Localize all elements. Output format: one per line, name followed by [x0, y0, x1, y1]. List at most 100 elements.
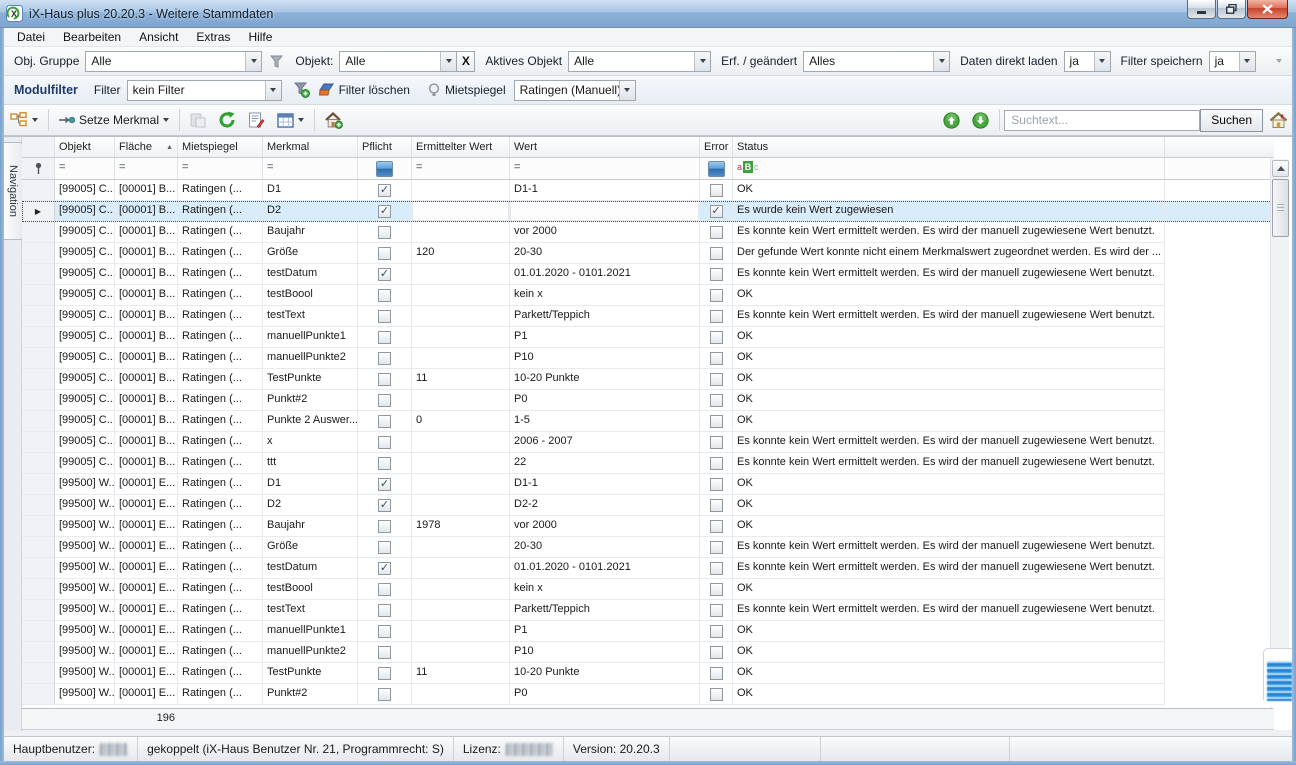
- daten-direkt-laden-combo[interactable]: ja: [1064, 51, 1111, 72]
- column-header-status[interactable]: Status: [733, 137, 1165, 157]
- error-checkbox[interactable]: [700, 684, 733, 705]
- column-header-wert[interactable]: Wert: [510, 137, 700, 157]
- objekt-combo[interactable]: Alle: [339, 51, 457, 72]
- checkbox-icon[interactable]: [710, 352, 723, 365]
- pflicht-checkbox[interactable]: [358, 285, 412, 306]
- table-row[interactable]: [99500] W...[00001] E...Ratingen (...Tes…: [22, 663, 1274, 684]
- pflicht-checkbox[interactable]: [358, 201, 412, 222]
- checkbox-icon[interactable]: [378, 373, 391, 386]
- error-checkbox[interactable]: [700, 264, 733, 285]
- error-checkbox[interactable]: [700, 222, 733, 243]
- pflicht-checkbox[interactable]: [358, 222, 412, 243]
- pflicht-checkbox[interactable]: [358, 558, 412, 579]
- checkbox-icon[interactable]: [710, 646, 723, 659]
- table-row[interactable]: [99005] C...[00001] B...Ratingen (...man…: [22, 348, 1274, 369]
- pflicht-checkbox[interactable]: [358, 600, 412, 621]
- checkbox-icon[interactable]: [710, 583, 723, 596]
- checkbox-icon[interactable]: [378, 688, 391, 701]
- checkbox-icon[interactable]: [710, 604, 723, 617]
- column-header-pflicht[interactable]: Pflicht: [358, 137, 412, 157]
- error-checkbox[interactable]: [700, 306, 733, 327]
- close-button[interactable]: [1247, 0, 1288, 19]
- checkbox-icon[interactable]: [378, 289, 391, 302]
- checkbox-icon[interactable]: [710, 310, 723, 323]
- column-header-mietspiegel[interactable]: Mietspiegel: [178, 137, 263, 157]
- checkbox-icon[interactable]: [378, 226, 391, 239]
- scrollbar-thumb[interactable]: [1272, 179, 1289, 237]
- table-row[interactable]: [99005] C...[00001] B...Ratingen (...tes…: [22, 306, 1274, 327]
- checkbox-icon[interactable]: [710, 268, 723, 281]
- table-row[interactable]: [99005] C...[00001] B...Ratingen (...tes…: [22, 285, 1274, 306]
- checkbox-icon[interactable]: [378, 436, 391, 449]
- scroll-up-button[interactable]: [1272, 160, 1289, 177]
- table-row[interactable]: [99005] C...[00001] B...Ratingen (...man…: [22, 327, 1274, 348]
- pflicht-checkbox[interactable]: [358, 264, 412, 285]
- checkbox-icon[interactable]: [710, 625, 723, 638]
- checkbox-icon[interactable]: [378, 184, 391, 197]
- menu-extras[interactable]: Extras: [187, 28, 239, 46]
- eraser-icon[interactable]: [319, 83, 335, 97]
- filter-merkmal[interactable]: =: [263, 158, 358, 179]
- pflicht-checkbox[interactable]: [358, 453, 412, 474]
- table-row[interactable]: [99005] C...[00001] B...Ratingen (...D1D…: [22, 180, 1274, 201]
- filter-combo[interactable]: kein Filter: [127, 80, 282, 101]
- filter-ermittelter-wert[interactable]: =: [412, 158, 510, 179]
- checkbox-icon[interactable]: [378, 562, 391, 575]
- pflicht-checkbox[interactable]: [358, 663, 412, 684]
- pflicht-checkbox[interactable]: [358, 306, 412, 327]
- obj-gruppe-combo[interactable]: Alle: [85, 51, 262, 72]
- table-row[interactable]: [99005] C...[00001] B...Ratingen (...ttt…: [22, 453, 1274, 474]
- table-row[interactable]: [99500] W...[00001] E...Ratingen (...Pun…: [22, 684, 1274, 705]
- table-row[interactable]: [99500] W...[00001] E...Ratingen (...D2D…: [22, 495, 1274, 516]
- checkbox-icon[interactable]: [710, 373, 723, 386]
- pflicht-checkbox[interactable]: [358, 642, 412, 663]
- column-header-ermittelter-wert[interactable]: Ermittelter Wert: [412, 137, 510, 157]
- table-row[interactable]: [99500] W...[00001] E...Ratingen (...Grö…: [22, 537, 1274, 558]
- error-checkbox[interactable]: [700, 516, 733, 537]
- error-checkbox[interactable]: [700, 243, 733, 264]
- column-header-objekt[interactable]: Objekt: [55, 137, 115, 157]
- error-checkbox[interactable]: [700, 663, 733, 684]
- home-icon[interactable]: [1269, 112, 1288, 129]
- filter-status[interactable]: aBc: [733, 158, 1165, 179]
- table-row[interactable]: [99005] C...[00001] B...Ratingen (...Bau…: [22, 222, 1274, 243]
- error-checkbox[interactable]: [700, 537, 733, 558]
- checkbox-icon[interactable]: [378, 394, 391, 407]
- pflicht-checkbox[interactable]: [358, 243, 412, 264]
- error-checkbox[interactable]: [700, 621, 733, 642]
- error-checkbox[interactable]: [700, 411, 733, 432]
- error-checkbox[interactable]: [700, 453, 733, 474]
- checkbox-icon[interactable]: [710, 247, 723, 260]
- table-row[interactable]: [99500] W...[00001] E...Ratingen (...man…: [22, 642, 1274, 663]
- table-row[interactable]: [99005] C...[00001] B...Ratingen (...tes…: [22, 264, 1274, 285]
- checkbox-icon[interactable]: [710, 394, 723, 407]
- pflicht-checkbox[interactable]: [358, 684, 412, 705]
- error-checkbox[interactable]: [700, 201, 733, 222]
- checkbox-icon[interactable]: [378, 520, 391, 533]
- checkbox-icon[interactable]: [378, 205, 391, 218]
- checkbox-icon[interactable]: [378, 331, 391, 344]
- refresh-button[interactable]: [213, 108, 241, 132]
- pflicht-checkbox[interactable]: [358, 495, 412, 516]
- table-row[interactable]: [99005] C...[00001] B...Ratingen (...Tes…: [22, 369, 1274, 390]
- checkbox-icon[interactable]: [378, 247, 391, 260]
- pflicht-checkbox[interactable]: [358, 348, 412, 369]
- checkbox-icon[interactable]: [710, 205, 723, 218]
- pflicht-checkbox[interactable]: [358, 432, 412, 453]
- table-row[interactable]: [99500] W...[00001] E...Ratingen (...Bau…: [22, 516, 1274, 537]
- minimize-button[interactable]: [1187, 0, 1216, 19]
- error-checkbox[interactable]: [700, 432, 733, 453]
- filter-speichern-combo[interactable]: ja: [1209, 51, 1256, 72]
- filter-error-toggle[interactable]: [700, 158, 733, 179]
- erf-geaendert-combo[interactable]: Alles: [803, 51, 950, 72]
- error-checkbox[interactable]: [700, 579, 733, 600]
- tree-view-button[interactable]: [5, 109, 43, 131]
- pflicht-checkbox[interactable]: [358, 390, 412, 411]
- checkbox-icon[interactable]: [710, 457, 723, 470]
- filter-loeschen-button[interactable]: Filter löschen: [339, 83, 410, 97]
- table-row[interactable]: [99005] C...[00001] B...Ratingen (...Grö…: [22, 243, 1274, 264]
- table-row[interactable]: [99500] W...[00001] E...Ratingen (...tes…: [22, 600, 1274, 621]
- pflicht-checkbox[interactable]: [358, 327, 412, 348]
- table-row[interactable]: [99500] W...[00001] E...Ratingen (...man…: [22, 621, 1274, 642]
- mietspiegel-combo[interactable]: Ratingen (Manuell): [514, 80, 636, 101]
